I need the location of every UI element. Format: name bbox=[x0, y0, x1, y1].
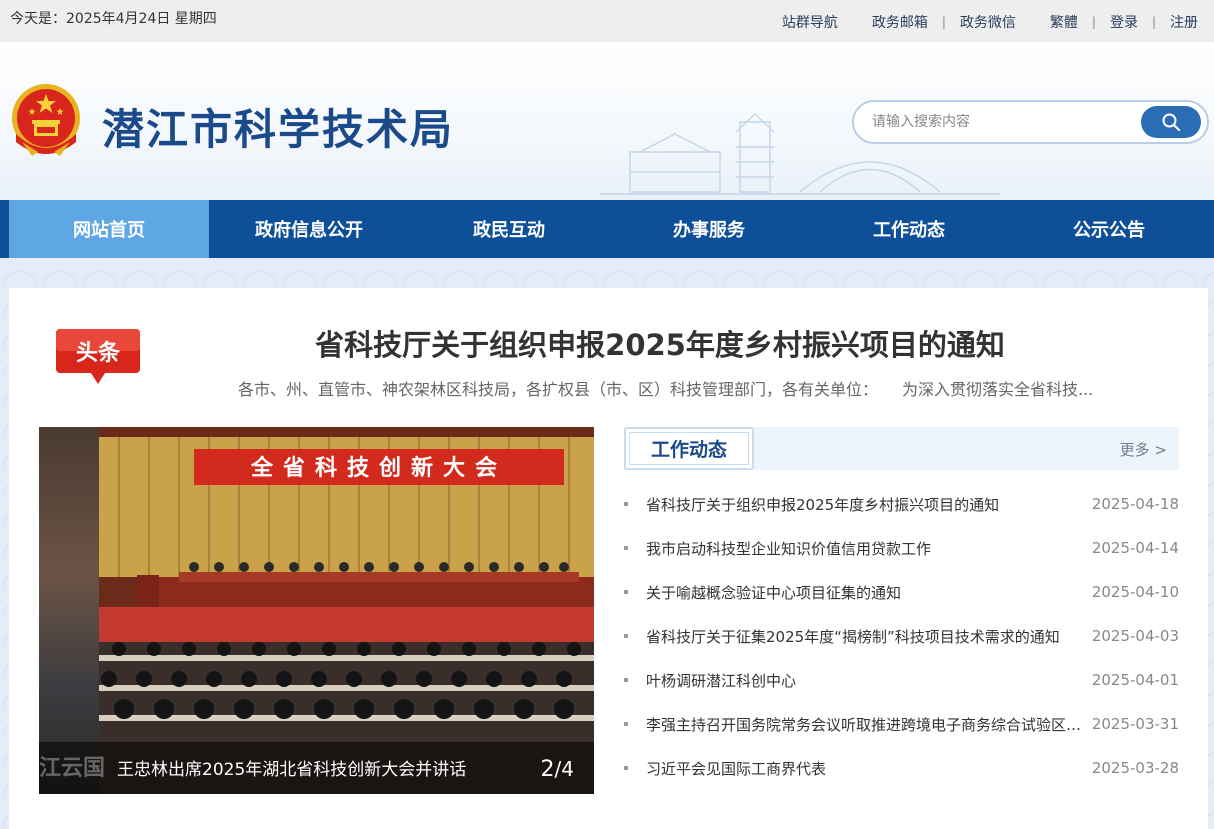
main-nav: 网站首页 政府信息公开 政民互动 办事服务 工作动态 公示公告 bbox=[0, 200, 1214, 258]
previous-slide-text: 江云国 bbox=[39, 756, 106, 781]
site-title: 潜江市科学技术局 bbox=[102, 105, 455, 154]
list-item: 省科技厅关于征集2025年度“揭榜制”科技项目技术需求的通知 2025-04-03 bbox=[624, 614, 1179, 658]
gov-mail-link[interactable]: 政务邮箱 bbox=[872, 12, 928, 32]
divider: | bbox=[1151, 15, 1156, 29]
nav-item-announcements[interactable]: 公示公告 bbox=[1009, 200, 1209, 258]
traditional-chinese-link[interactable]: 繁體 bbox=[1050, 12, 1078, 32]
news-date: 2025-04-01 bbox=[1091, 671, 1179, 689]
nav-item-work-news[interactable]: 工作动态 bbox=[809, 200, 1009, 258]
list-item: 省科技厅关于组织申报2025年度乡村振兴项目的通知 2025-04-18 bbox=[624, 482, 1179, 526]
list-item: 李强主持召开国务院常务会议听取推进跨境电子商务综合试验区建设情况汇报2025-0… bbox=[624, 702, 1179, 746]
slide-current: 2 bbox=[540, 757, 555, 782]
headline-badge-label: 头条 bbox=[76, 340, 121, 366]
search-input[interactable] bbox=[872, 111, 1132, 133]
login-link[interactable]: 登录 bbox=[1110, 12, 1138, 32]
national-emblem-icon bbox=[12, 84, 80, 156]
bullet-icon bbox=[624, 590, 628, 594]
headline-title[interactable]: 省科技厅关于组织申报2025年度乡村振兴项目的通知 bbox=[240, 322, 1080, 364]
bullet-icon bbox=[624, 678, 628, 682]
previous-slide-preview bbox=[39, 427, 99, 794]
news-title[interactable]: 习近平会见国际工商界代表 bbox=[646, 758, 1092, 779]
list-item: 叶杨调研潜江科创中心 2025-04-01 bbox=[624, 658, 1179, 702]
headline-badge-icon: 头条 bbox=[56, 329, 140, 384]
tab-work-news[interactable]: 工作动态 bbox=[624, 427, 754, 470]
news-title[interactable]: 李强主持召开国务院常务会议听取推进跨境电子商务综合试验区建设情况汇报 bbox=[646, 714, 1092, 735]
site-header: 潜江市科学技术局 bbox=[0, 42, 1214, 200]
bullet-icon bbox=[624, 722, 628, 726]
news-title[interactable]: 省科技厅关于征集2025年度“揭榜制”科技项目技术需求的通知 bbox=[646, 626, 1092, 647]
search-icon bbox=[1162, 113, 1181, 132]
bullet-icon bbox=[624, 766, 628, 770]
news-title[interactable]: 省科技厅关于组织申报2025年度乡村振兴项目的通知 bbox=[646, 494, 1092, 515]
bullet-icon bbox=[624, 502, 628, 506]
news-date: 2025-04-18 bbox=[1091, 495, 1179, 513]
top-bar: 今天是：2025年4月24日 星期四 站群导航 政务邮箱 | 政务微信 繁體 |… bbox=[0, 0, 1214, 42]
slide-total: /4 bbox=[554, 757, 574, 781]
nav-item-interaction[interactable]: 政民互动 bbox=[409, 200, 609, 258]
bullet-icon bbox=[624, 634, 628, 638]
nav-item-home[interactable]: 网站首页 bbox=[9, 200, 209, 258]
nav-item-services[interactable]: 办事服务 bbox=[609, 200, 809, 258]
news-carousel[interactable]: 全省科技创新大会 江云国 王忠林出席2025年湖北省科技创新大会并讲话 2/4 bbox=[39, 427, 594, 794]
site-group-nav-link[interactable]: 站群导航 bbox=[782, 12, 838, 32]
divider: | bbox=[941, 15, 946, 29]
slide-counter: 2/4 bbox=[541, 757, 574, 782]
news-title[interactable]: 关于喻越概念验证中心项目征集的通知 bbox=[646, 582, 1092, 603]
news-date: 2025-04-03 bbox=[1091, 627, 1179, 645]
news-date: 2025-03-28 bbox=[1091, 759, 1179, 777]
work-news-panel-header: 工作动态 更多 > bbox=[624, 427, 1179, 470]
news-date: 2025-03-31 bbox=[1091, 715, 1179, 733]
list-item: 关于喻越概念验证中心项目征集的通知 2025-04-10 bbox=[624, 570, 1179, 614]
current-date: 今天是：2025年4月24日 星期四 bbox=[10, 11, 217, 27]
top-links: 站群导航 政务邮箱 | 政务微信 繁體 | 登录 | 注册 bbox=[782, 12, 1198, 32]
list-item: 我市启动科技型企业知识价值信用贷款工作 2025-04-14 bbox=[624, 526, 1179, 570]
news-date: 2025-04-14 bbox=[1091, 539, 1179, 557]
news-title[interactable]: 叶杨调研潜江科创中心 bbox=[646, 670, 1092, 691]
conference-banner-text: 全省科技创新大会 bbox=[250, 455, 507, 481]
news-date: 2025-04-10 bbox=[1091, 583, 1179, 601]
bullet-icon bbox=[624, 546, 628, 550]
headline-summary: 各市、州、直管市、神农架林区科技局，各扩权县（市、区）科技管理部门，各有关单位：… bbox=[238, 380, 1094, 399]
search-button[interactable] bbox=[1141, 106, 1201, 138]
divider: | bbox=[1091, 15, 1096, 29]
conference-photo: 全省科技创新大会 bbox=[99, 427, 594, 794]
carousel-caption[interactable]: 王忠林出席2025年湖北省科技创新大会并讲话 bbox=[117, 755, 466, 780]
search-box bbox=[852, 100, 1209, 144]
more-link[interactable]: 更多 > bbox=[1120, 439, 1167, 460]
news-title[interactable]: 我市启动科技型企业知识价值信用贷款工作 bbox=[646, 538, 1092, 559]
register-link[interactable]: 注册 bbox=[1170, 12, 1198, 32]
list-item: 习近平会见国际工商界代表 2025-03-28 bbox=[624, 746, 1179, 790]
nav-item-gov-info[interactable]: 政府信息公开 bbox=[209, 200, 409, 258]
work-news-list: 省科技厅关于组织申报2025年度乡村振兴项目的通知 2025-04-18 我市启动… bbox=[624, 482, 1179, 790]
gov-wechat-link[interactable]: 政务微信 bbox=[960, 12, 1016, 32]
